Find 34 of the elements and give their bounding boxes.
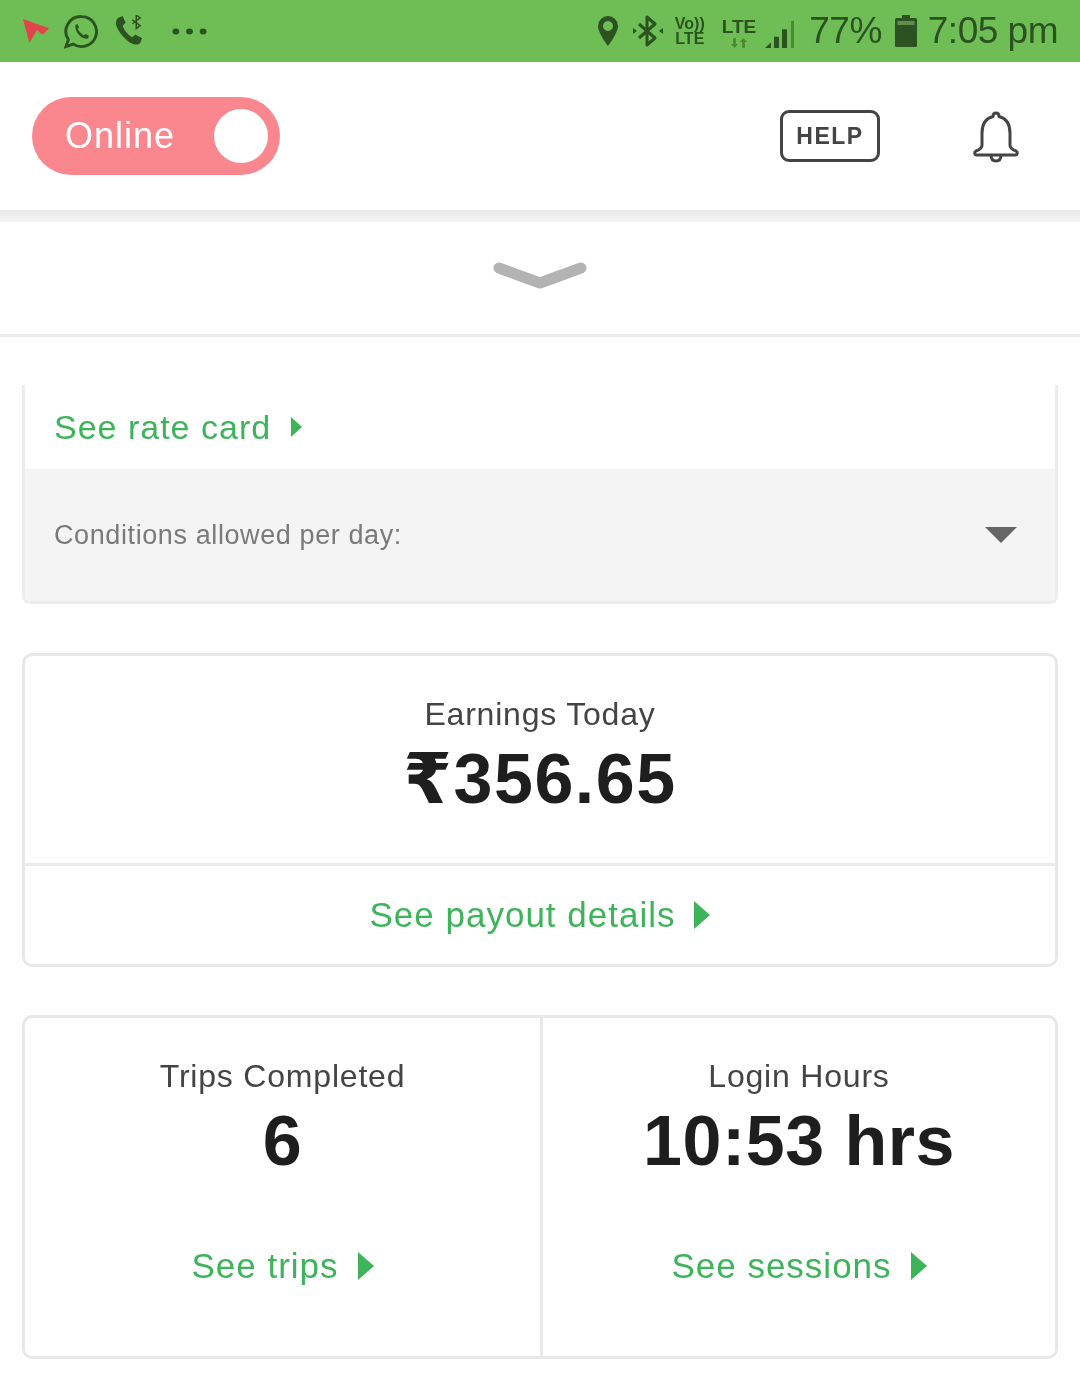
conditions-label: Conditions allowed per day: bbox=[54, 519, 402, 551]
stat-value: 10:53 hrs bbox=[643, 1101, 955, 1181]
payout-details-link[interactable]: See payout details bbox=[369, 895, 711, 935]
help-button[interactable]: HELP bbox=[780, 110, 880, 162]
location-pin-icon bbox=[596, 15, 619, 47]
chat-bubble-phone-icon bbox=[64, 13, 99, 49]
battery-icon bbox=[894, 15, 917, 47]
sessions-link[interactable]: See sessions bbox=[671, 1246, 927, 1286]
volte-text: LTE bbox=[675, 31, 705, 46]
bluetooth-icon bbox=[632, 15, 663, 47]
stat-title: Login Hours bbox=[708, 1057, 890, 1095]
caret-right-icon bbox=[357, 1252, 374, 1280]
online-toggle[interactable]: Online bbox=[32, 97, 280, 175]
cursor-arrow-icon bbox=[22, 18, 50, 44]
conditions-dropdown[interactable]: Conditions allowed per day: bbox=[25, 469, 1055, 601]
trips-link[interactable]: See trips bbox=[191, 1246, 374, 1286]
earnings-title: Earnings Today bbox=[424, 695, 656, 733]
toggle-knob[interactable] bbox=[214, 109, 268, 163]
rate-card-link[interactable]: See rate card bbox=[54, 407, 303, 447]
chevron-down-icon[interactable] bbox=[493, 261, 587, 291]
battery-percent-text: 77% bbox=[809, 10, 882, 52]
volte-text: Vo)) bbox=[674, 16, 705, 31]
clock-time: 7:05 pm bbox=[927, 10, 1058, 52]
caret-down-icon bbox=[985, 527, 1017, 543]
more-dots-icon[interactable] bbox=[172, 27, 207, 35]
stat-value: 6 bbox=[262, 1101, 303, 1181]
notification-bell-icon[interactable] bbox=[972, 109, 1020, 163]
up-down-arrows-icon bbox=[730, 37, 748, 48]
earnings-amount: ₹356.65 bbox=[403, 739, 677, 819]
network-type-text: LTE bbox=[721, 16, 757, 36]
caret-right-icon bbox=[694, 901, 711, 929]
stat-title: Trips Completed bbox=[159, 1057, 406, 1095]
caret-right-icon bbox=[291, 417, 303, 437]
caret-right-icon bbox=[910, 1252, 927, 1280]
